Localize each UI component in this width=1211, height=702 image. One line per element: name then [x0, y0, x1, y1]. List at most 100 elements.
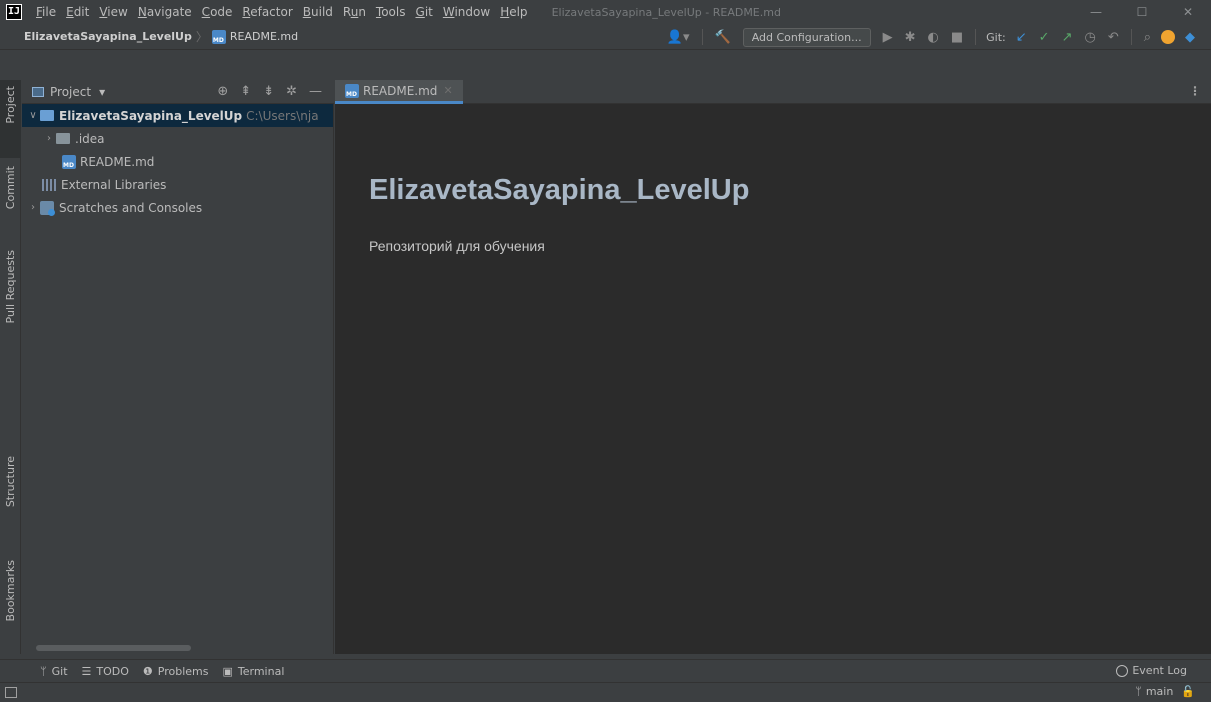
git-update-icon[interactable]: ↙	[1016, 30, 1027, 45]
tool-terminal-label: Terminal	[237, 664, 285, 678]
menu-navigate[interactable]: Navigate	[138, 5, 192, 19]
stripe-bookmarks[interactable]: Bookmarks	[0, 560, 21, 646]
close-icon[interactable]: ✕	[443, 84, 452, 97]
menu-tools[interactable]: Tools	[376, 5, 406, 19]
menu-file[interactable]: File	[36, 5, 56, 19]
toolbar-divider	[701, 29, 703, 45]
debug-icon[interactable]: ✱	[905, 30, 916, 45]
tool-git[interactable]: ᛘ Git	[40, 665, 68, 678]
navigation-bar: ElizavetaSayapina_LevelUp 〉 README.md 👤▾…	[0, 24, 1211, 50]
toggle-tool-windows-icon[interactable]	[5, 687, 17, 698]
lock-icon[interactable]: 🔓	[1181, 685, 1195, 698]
list-icon: ☰	[81, 664, 92, 678]
tree-item-idea[interactable]: › .idea	[22, 127, 333, 150]
add-configuration-button[interactable]: Add Configuration...	[742, 27, 871, 47]
search-icon[interactable]: ⌕	[1144, 30, 1151, 45]
stripe-commit[interactable]: Commit	[0, 166, 21, 242]
tool-event-log[interactable]: Event Log	[1116, 664, 1187, 677]
menu-refactor[interactable]: Refactor	[242, 5, 292, 19]
ide-update-icon[interactable]	[1161, 30, 1175, 44]
menu-run[interactable]: Run	[343, 5, 366, 19]
run-icon[interactable]: ▶	[883, 30, 893, 45]
minimize-button[interactable]: —	[1073, 0, 1119, 24]
menu-help[interactable]: Help	[500, 5, 527, 19]
tree-item-external-libraries[interactable]: External Libraries	[22, 173, 333, 196]
menu-git[interactable]: Git	[416, 5, 433, 19]
breadcrumb-project[interactable]: ElizavetaSayapina_LevelUp	[24, 30, 192, 43]
chevron-right-icon[interactable]: ›	[42, 133, 56, 144]
stripe-project[interactable]: Project	[0, 80, 21, 158]
git-history-icon[interactable]: ◷	[1084, 30, 1095, 45]
project-tree: ∨ ElizavetaSayapina_LevelUp C:\Users\nja…	[22, 104, 334, 654]
tool-problems[interactable]: ❶ Problems	[143, 665, 209, 678]
git-label: Git:	[986, 30, 1006, 44]
chevron-down-icon: ▾	[99, 84, 106, 99]
close-button[interactable]: ✕	[1165, 0, 1211, 24]
collapse-all-icon[interactable]: ⇟	[263, 84, 274, 99]
chevron-right-icon[interactable]: ›	[26, 202, 40, 213]
coverage-icon[interactable]: ◐	[928, 30, 939, 45]
tab-readme[interactable]: README.md ✕	[335, 80, 463, 104]
main-toolbar: 👤▾ 🔨 Add Configuration... ▶ ✱ ◐ ■ Git: ↙…	[661, 27, 1201, 47]
locate-icon[interactable]: ⊕	[217, 84, 228, 99]
project-folder-icon	[40, 110, 54, 121]
stripe-structure-label: Structure	[4, 456, 17, 508]
markdown-file-icon	[62, 154, 76, 169]
window-controls: — ☐ ✕	[1073, 0, 1211, 24]
tool-todo-label: TODO	[96, 664, 129, 678]
app-logo-icon: IJ	[6, 4, 22, 20]
breadcrumb-file-label: README.md	[229, 30, 299, 43]
project-tree-horizontal-scrollbar[interactable]	[36, 645, 191, 651]
git-rollback-icon[interactable]: ↶	[1108, 30, 1119, 45]
menu-code[interactable]: Code	[202, 5, 233, 19]
chevron-down-icon[interactable]: ∨	[26, 110, 40, 121]
hide-panel-icon[interactable]: —	[309, 84, 322, 99]
tree-item-label: README.md	[80, 154, 155, 169]
tree-root-label: ElizavetaSayapina_LevelUp	[59, 108, 243, 123]
markdown-preview[interactable]: ElizavetaSayapina_LevelUp Репозиторий дл…	[335, 104, 1211, 654]
project-view-dropdown[interactable]: Project ▾	[32, 85, 105, 99]
event-log-icon	[1116, 664, 1129, 677]
libraries-icon	[42, 178, 56, 191]
git-branch-widget[interactable]: ᛘ main 🔓	[1135, 685, 1195, 698]
stripe-structure[interactable]: Structure	[0, 456, 21, 536]
title-bar: IJ File Edit View Navigate Code Refactor…	[0, 0, 1211, 24]
tab-readme-label: README.md	[363, 83, 438, 98]
left-tool-stripe: Project Commit Pull Requests Structure B…	[0, 80, 21, 654]
git-push-icon[interactable]: ↗	[1062, 30, 1073, 45]
editor-tab-bar: README.md ✕ ⋮	[335, 80, 1211, 104]
menu-build[interactable]: Build	[303, 5, 333, 19]
user-icon[interactable]: 👤▾	[667, 30, 690, 45]
tree-item-label: .idea	[75, 131, 105, 146]
stripe-pull-requests-label: Pull Requests	[4, 250, 17, 324]
breadcrumb-file[interactable]: README.md	[211, 29, 299, 44]
problems-icon: ❶	[142, 664, 153, 678]
tree-item-readme[interactable]: README.md	[22, 150, 333, 173]
expand-all-icon[interactable]: ⇞	[240, 84, 251, 99]
maximize-button[interactable]: ☐	[1119, 0, 1165, 24]
toolbar-divider	[1130, 29, 1132, 45]
tool-terminal[interactable]: ▣ Terminal	[222, 665, 284, 678]
menu-window[interactable]: Window	[443, 5, 490, 19]
project-panel-tools: ⊕ ⇞ ⇟ ✲ —	[211, 84, 328, 99]
toolbar-divider	[975, 29, 977, 45]
git-branch-icon: ᛘ	[1135, 685, 1142, 698]
code-with-me-icon[interactable]: ◆	[1185, 30, 1195, 45]
tree-item-scratches[interactable]: › Scratches and Consoles	[22, 196, 333, 219]
stop-icon[interactable]: ■	[951, 30, 963, 45]
gear-icon[interactable]: ✲	[286, 84, 297, 99]
menu-view[interactable]: View	[99, 5, 127, 19]
scratches-icon	[40, 200, 55, 216]
menu-edit[interactable]: Edit	[66, 5, 89, 19]
more-actions-icon[interactable]: ⋮	[1189, 84, 1201, 98]
tool-todo[interactable]: ☰ TODO	[82, 665, 129, 678]
stripe-pull-requests[interactable]: Pull Requests	[0, 250, 21, 360]
git-branch-label: main	[1145, 685, 1174, 698]
main-menu: File Edit View Navigate Code Refactor Bu…	[36, 5, 538, 19]
build-hammer-icon[interactable]: 🔨	[715, 30, 731, 45]
project-panel-title: Project	[50, 84, 92, 99]
markdown-file-icon	[345, 83, 359, 98]
git-commit-icon[interactable]: ✓	[1039, 30, 1050, 45]
window-title: ElizavetaSayapina_LevelUp - README.md	[551, 5, 781, 19]
tree-root[interactable]: ∨ ElizavetaSayapina_LevelUp C:\Users\nja	[22, 104, 333, 127]
